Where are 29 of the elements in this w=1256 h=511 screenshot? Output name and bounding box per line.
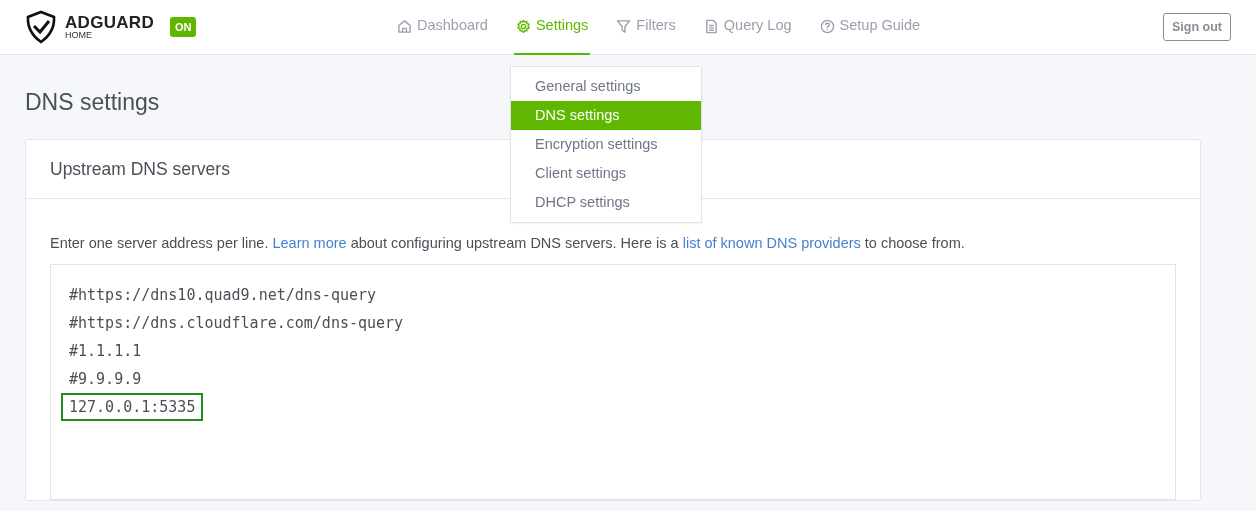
menu-item[interactable]: Encryption settings bbox=[511, 130, 701, 159]
nav-tab[interactable]: Filters bbox=[614, 0, 678, 55]
page-title: DNS settings bbox=[25, 88, 160, 117]
home-icon bbox=[397, 18, 412, 34]
filter-icon bbox=[616, 18, 632, 34]
nav-tab[interactable]: Settings bbox=[513, 0, 591, 55]
server-line: #9.9.9.9 bbox=[68, 368, 143, 390]
shield-logo-icon bbox=[25, 10, 57, 44]
menu-item[interactable]: General settings bbox=[511, 72, 701, 101]
text-link[interactable]: Learn more bbox=[272, 234, 347, 251]
brand-subtitle: HOME bbox=[65, 31, 93, 40]
nav-tab[interactable]: Setup Guide bbox=[817, 0, 923, 55]
text-link[interactable]: list of known DNS providers bbox=[682, 234, 861, 251]
menu-item[interactable]: Client settings bbox=[511, 159, 701, 188]
settings-icon bbox=[515, 18, 531, 34]
status-badge: ON bbox=[170, 16, 197, 38]
brand-name: ADGUARD bbox=[65, 14, 154, 31]
nav-tab[interactable]: Query Log bbox=[701, 0, 794, 55]
description-text: Enter one server address per line. Learn more about configuring upstream DNS servers. Here is a list of known DNS providers to choose from. bbox=[50, 233, 966, 253]
menu-item[interactable]: DHCP settings bbox=[511, 188, 701, 217]
server-line: #https://dns10.quad9.net/dns-query bbox=[68, 284, 378, 306]
menu-item[interactable]: DNS settings bbox=[511, 101, 701, 130]
nav-tab[interactable]: Dashboard bbox=[395, 0, 490, 55]
help-icon bbox=[819, 18, 835, 34]
server-line: #https://dns.cloudflare.com/dns-query bbox=[68, 312, 405, 334]
upstream-servers-field[interactable]: #https://dns10.quad9.net/dns-query #https://dns.cloudflare.com/dns-query #1.1.1.1 #9.9.9.9 127.0.0.1:5335 bbox=[50, 263, 1176, 500]
sign-out-button[interactable]: Sign out bbox=[1163, 12, 1231, 42]
server-line: #1.1.1.1 bbox=[68, 340, 143, 362]
document-icon bbox=[703, 18, 719, 34]
